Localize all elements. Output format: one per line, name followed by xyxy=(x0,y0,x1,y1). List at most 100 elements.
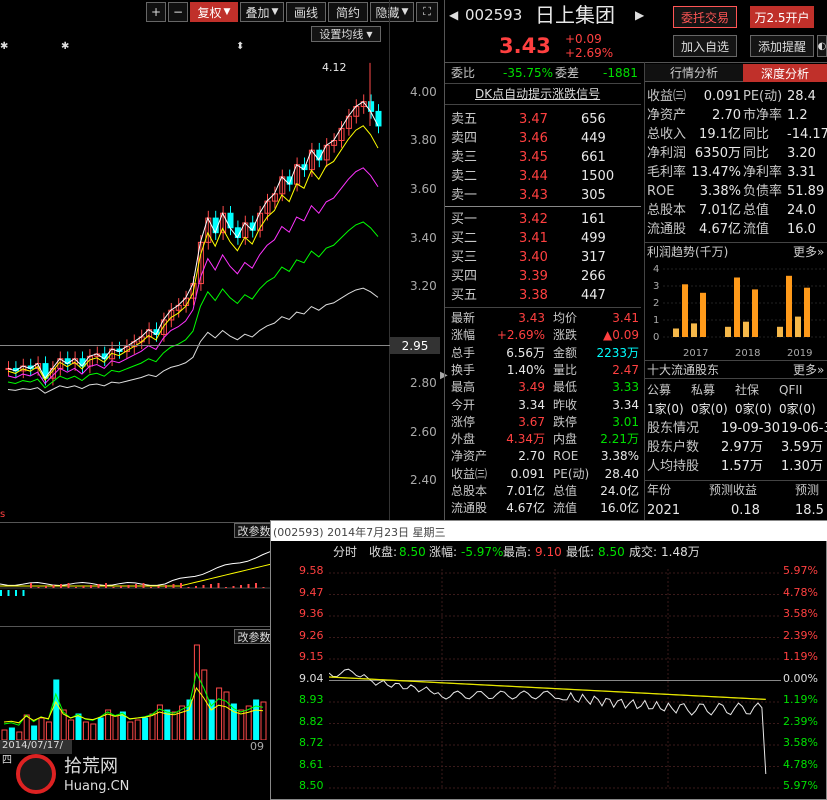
fund-value: 2.70 xyxy=(712,108,741,123)
trade-button[interactable]: 委托交易 xyxy=(673,6,737,28)
chevron-right-icon: » xyxy=(817,363,825,377)
buy-volume: 266 xyxy=(581,269,606,284)
overlay-button[interactable]: 叠加 ▼ xyxy=(240,2,284,22)
volume-bar xyxy=(112,715,119,740)
forecast-value: 0.18 xyxy=(731,503,760,518)
restore-button[interactable]: 复权 ▼ xyxy=(190,2,238,22)
expand-icon[interactable]: ◐ xyxy=(817,35,827,57)
quote-label: 收益㈢ xyxy=(451,466,488,481)
quote-value: 28.40 xyxy=(604,466,639,481)
popup-right-tick: 2.39% xyxy=(783,714,818,728)
wc-value: -1881 xyxy=(603,66,638,80)
forecast-value: 18.5 xyxy=(795,503,824,518)
month-label: 09 xyxy=(250,740,264,753)
simple-button[interactable]: 简约 xyxy=(328,2,368,22)
macd-bar xyxy=(30,583,32,588)
macd-bar xyxy=(240,585,242,588)
popup-right-tick: 1.19% xyxy=(783,693,818,706)
zoom-out-button[interactable]: − xyxy=(168,2,188,22)
quote-label: 涨幅 xyxy=(451,328,476,343)
sell-price: 3.45 xyxy=(519,150,548,165)
draw-line-button[interactable]: 画线 xyxy=(286,2,326,22)
fund-value: 3.31 xyxy=(787,165,816,180)
fund-value: 3.20 xyxy=(787,146,816,161)
macd-bar xyxy=(60,584,62,588)
next-stock-icon[interactable]: ▶ xyxy=(635,9,644,21)
menu-icon[interactable]: ◀ xyxy=(449,9,458,21)
moving-average-line xyxy=(7,167,379,385)
macd-bar xyxy=(45,586,47,588)
profit-bar xyxy=(777,326,783,337)
quote-label: 最低 xyxy=(553,380,578,395)
close-value: 8.50 xyxy=(399,545,426,559)
quote-label: 均价 xyxy=(553,311,578,325)
year-label: 2019 xyxy=(787,348,812,359)
logo-sub: Huang.CN xyxy=(64,779,130,794)
quote-label: 总股本 xyxy=(451,484,488,498)
quote-value: 3.67 xyxy=(518,414,545,429)
macd-bar xyxy=(67,583,70,588)
quote-value: 16.0亿 xyxy=(600,501,639,516)
volume-bar xyxy=(16,731,23,740)
fund-label: 总收入 xyxy=(647,127,687,142)
holders-more-link[interactable]: 更多» xyxy=(793,364,824,376)
volume-svg xyxy=(1,644,267,740)
fund-label: 流值 xyxy=(743,222,770,237)
axis-tick: 3.20 xyxy=(410,279,437,293)
chevron-right-icon: » xyxy=(817,245,825,259)
more-link[interactable]: 更多» xyxy=(793,246,824,258)
macd-bar xyxy=(120,586,122,588)
quote-value: ▲0.09 xyxy=(603,328,639,343)
add-watchlist-button[interactable]: 加入自选 xyxy=(673,35,737,57)
sell-price: 3.44 xyxy=(519,169,548,184)
macd-bar xyxy=(90,585,92,588)
indicator-settings-button[interactable]: 改参数 xyxy=(234,523,274,538)
fullscreen-icon[interactable]: ⛶ xyxy=(416,2,438,22)
fund-label: 总股本 xyxy=(647,203,687,218)
signal-link[interactable]: DK点自动提示涨跌信号 xyxy=(475,88,600,100)
intraday-label: 分时 xyxy=(333,545,358,559)
quote-panel: ◀ 002593 日上集团 ▶ 3.43 +0.09 +2.69% 委托交易 万… xyxy=(445,0,827,520)
fund-value: 1.2 xyxy=(787,108,808,123)
fund-value: 3.38% xyxy=(699,184,741,199)
open-account-button[interactable]: 万2.5开户 xyxy=(750,6,814,28)
volume-bar xyxy=(149,713,156,740)
profit-bar xyxy=(691,323,697,337)
volume-bar xyxy=(201,669,208,740)
macd-bar xyxy=(112,587,115,588)
macd-bar xyxy=(165,585,167,588)
intraday-popup[interactable]: (002593) 2014年7月23日 星期三 分时 收盘: 8.50 涨幅: … xyxy=(270,520,827,800)
sell-label: 卖二 xyxy=(451,169,478,184)
high-price-label: 4.12 xyxy=(322,61,347,74)
pct-label: 涨幅: xyxy=(429,545,458,559)
holder-type: 私募 xyxy=(691,383,716,397)
forecast-header: 年份 xyxy=(647,483,672,497)
moving-average-line xyxy=(7,101,379,380)
popup-left-tick: 9.04 xyxy=(299,671,324,685)
sell-price: 3.43 xyxy=(519,188,548,203)
restore-label: 复权 xyxy=(197,5,222,20)
zoom-in-button[interactable]: + xyxy=(146,2,166,22)
stock-price: 3.43 xyxy=(499,34,551,58)
sell-volume: 661 xyxy=(581,150,606,165)
fund-label: 净利润 xyxy=(647,146,687,161)
macd-bar xyxy=(157,586,160,588)
holder-value: 0家(0) xyxy=(735,402,772,416)
macd-bar xyxy=(0,590,2,596)
popup-right-tick: 5.97% xyxy=(783,564,818,577)
quote-value: 1.40% xyxy=(506,362,545,377)
tab-deep-analysis[interactable]: 深度分析 xyxy=(743,64,827,82)
holder-type: QFII xyxy=(779,383,803,397)
quote-label: 今开 xyxy=(451,397,476,412)
macd-bar xyxy=(135,584,137,588)
tab-market-analysis[interactable]: 行情分析 xyxy=(645,64,743,82)
pct-value: -5.97% xyxy=(461,545,504,559)
quote-value: 6.56万 xyxy=(506,345,545,360)
hide-button[interactable]: 隐藏 ▼ xyxy=(370,2,414,22)
stock-change-pct: +2.69% xyxy=(565,46,614,60)
buy-label: 买二 xyxy=(451,231,478,246)
popup-titlebar[interactable]: (002593) 2014年7月23日 星期三 xyxy=(271,521,827,541)
quote-value: 4.67亿 xyxy=(506,501,545,516)
add-alert-button[interactable]: 添加提醒 xyxy=(750,35,814,57)
app-root: + − 复权 ▼ 叠加 ▼ 画线 简约 隐藏 ▼ ⛶ ✱ ✱ ⬍ 设置均线 ▼ 4.12… xyxy=(0,0,827,800)
